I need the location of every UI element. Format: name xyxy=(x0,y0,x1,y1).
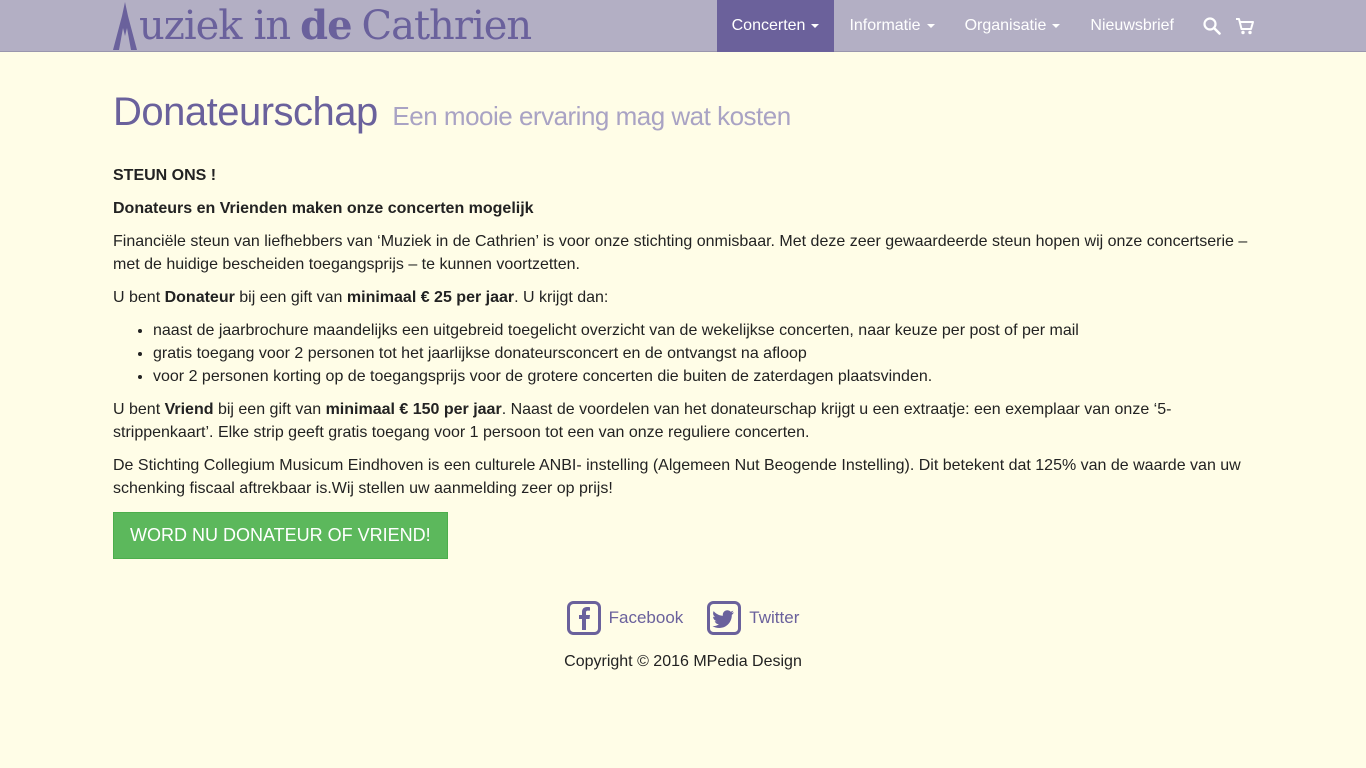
page-title-text: Donateurschap xyxy=(113,90,378,134)
nav-label: Nieuwsbrief xyxy=(1090,17,1174,34)
facebook-link[interactable]: Facebook xyxy=(566,601,684,635)
benefits-list: naast de jaarbrochure maandelijks een ui… xyxy=(113,319,1253,388)
donateur-paragraph: U bent Donateur bij een gift van minimaa… xyxy=(113,286,1253,309)
page-subtitle: Een mooie ervaring mag wat kosten xyxy=(392,101,791,131)
facebook-label: Facebook xyxy=(608,608,684,627)
nav-item-concerten[interactable]: Concerten xyxy=(716,0,835,52)
nav-item-organisatie[interactable]: Organisatie xyxy=(950,0,1076,52)
list-item: gratis toegang voor 2 personen tot het j… xyxy=(153,342,1253,365)
main-nav: Concerten Informatie Organisatie Nieuwsb… xyxy=(716,0,1366,52)
facebook-icon xyxy=(566,601,601,635)
text: bij een gift van xyxy=(234,289,347,306)
caret-down-icon xyxy=(811,24,820,28)
twitter-icon xyxy=(707,601,742,635)
copyright: Copyright © 2016 MPedia Design xyxy=(564,653,802,670)
navbar: uziek in de Cathrien Concerten Informati… xyxy=(0,0,1366,52)
list-item: voor 2 personen korting op de toegangspr… xyxy=(153,365,1253,388)
become-donor-button[interactable]: WORD NU DONATEUR OF VRIEND! xyxy=(113,512,448,559)
intro-paragraph: Financiële steun van liefhebbers van ‘Mu… xyxy=(113,233,1248,273)
twitter-link[interactable]: Twitter xyxy=(707,601,799,635)
cart-icon[interactable] xyxy=(1235,17,1255,35)
social-links: Facebook Twitter xyxy=(0,601,1366,635)
text: . U krijgt dan: xyxy=(514,289,609,306)
text: U bent xyxy=(113,401,165,418)
text: U bent xyxy=(113,289,165,306)
vriend-amount: minimaal € 150 per jaar xyxy=(325,401,502,418)
footer: Facebook Twitter Copyright © 2016 MPedia… xyxy=(0,601,1366,671)
nav-item-informatie[interactable]: Informatie xyxy=(834,0,949,52)
caret-down-icon xyxy=(926,24,935,28)
logo-word-muziek: uziek xyxy=(139,3,243,49)
donateur-amount: minimaal € 25 per jaar xyxy=(346,289,515,306)
steun-heading: STEUN ONS ! xyxy=(113,167,217,184)
church-spire-icon xyxy=(113,2,137,50)
logo-word-cathrien: Cathrien xyxy=(361,3,533,49)
nav-label: Informatie xyxy=(849,17,921,34)
page-title: Donateurschap Een mooie ervaring mag wat… xyxy=(113,86,1253,142)
vriend-paragraph: U bent Vriend bij een gift van minimaal … xyxy=(113,398,1253,444)
nav-icons xyxy=(1189,0,1366,52)
twitter-label: Twitter xyxy=(749,608,800,627)
nav-item-nieuwsbrief[interactable]: Nieuwsbrief xyxy=(1075,0,1189,52)
logo-word-in: in xyxy=(253,3,292,49)
search-icon[interactable] xyxy=(1203,17,1221,35)
nav-label: Organisatie xyxy=(964,17,1047,34)
section-heading: Donateurs en Vrienden maken onze concert… xyxy=(113,200,534,217)
list-item: naast de jaarbrochure maandelijks een ui… xyxy=(153,319,1253,342)
donateur-term: Donateur xyxy=(164,289,235,306)
nav-label: Concerten xyxy=(731,17,806,34)
caret-down-icon xyxy=(1052,24,1061,28)
anbi-paragraph: De Stichting Collegium Musicum Eindhoven… xyxy=(113,457,1241,497)
site-logo[interactable]: uziek in de Cathrien xyxy=(113,0,533,52)
main-content: Donateurschap Een mooie ervaring mag wat… xyxy=(113,86,1253,559)
logo-word-de: de xyxy=(300,2,352,49)
text: bij een gift van xyxy=(213,401,326,418)
vriend-term: Vriend xyxy=(164,401,214,418)
